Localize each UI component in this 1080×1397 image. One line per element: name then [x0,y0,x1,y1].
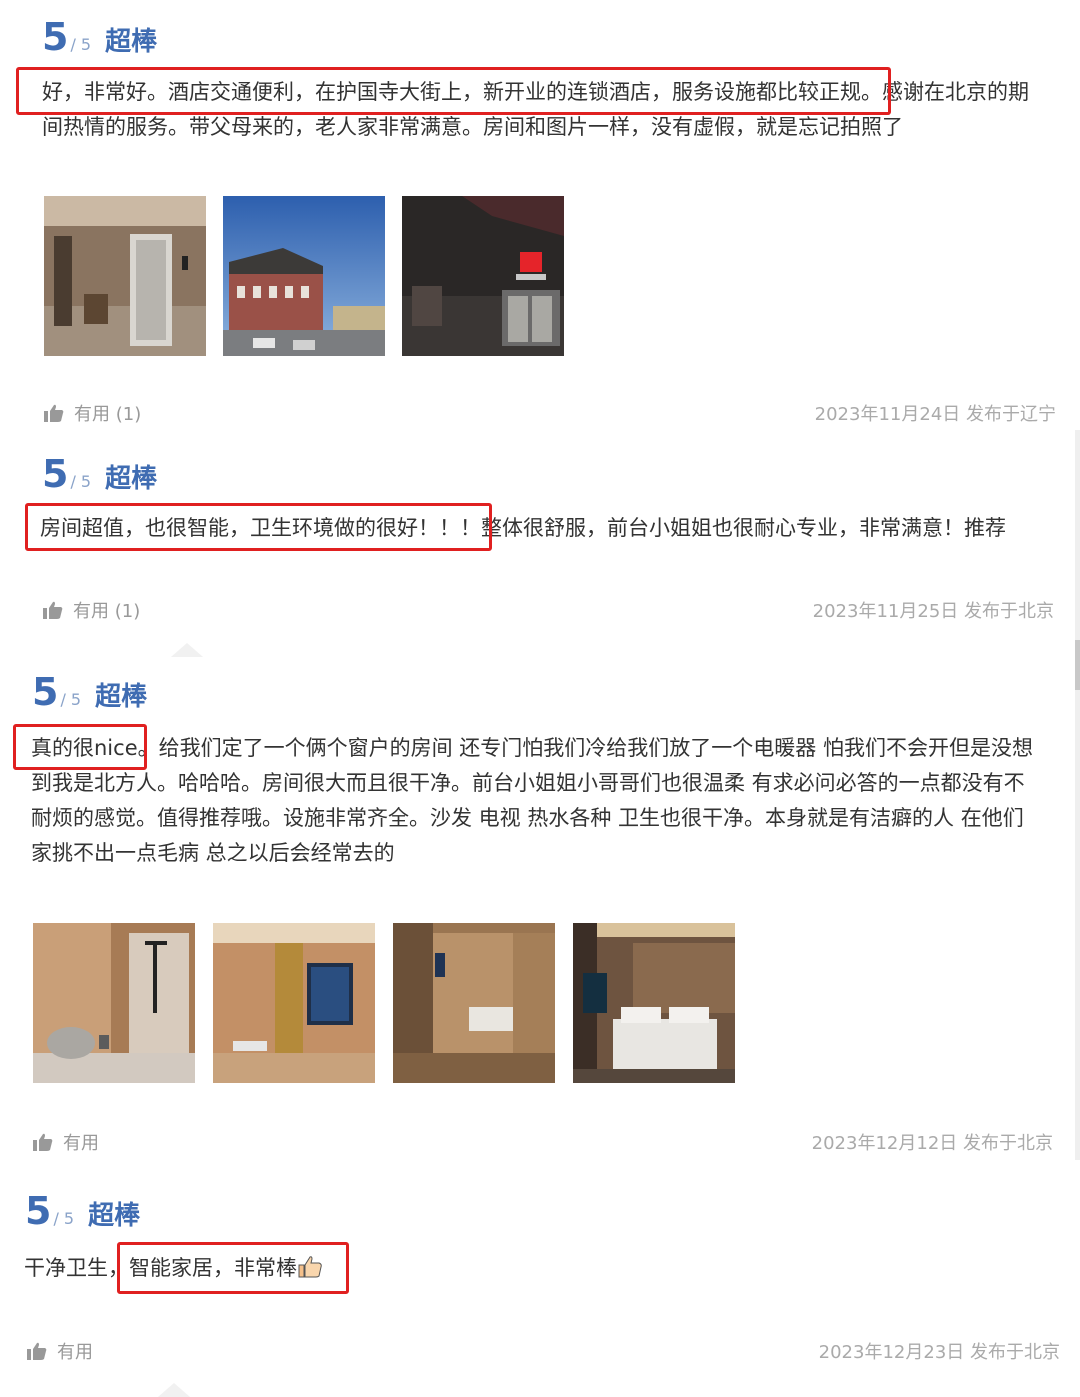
rating-row: 5 / 5 超棒 [25,1192,140,1232]
useful-label: 有用 (1) [74,404,142,425]
rating-row: 5 / 5 超棒 [42,455,157,495]
useful-button[interactable]: 有用 (1) [43,597,140,623]
historic-building-photo[interactable] [223,196,385,356]
review-text-line: 间热情的服务。带父母来的，老人家非常满意。房间和图片一样，没有虚假，就是忘记拍照… [42,115,903,139]
hotel-entrance-night-photo[interactable] [402,196,564,356]
scrollbar-thumb[interactable] [1075,640,1080,690]
post-date: 2023年12月12日 发布于北京 [811,1133,1053,1154]
score-max: / 5 [53,1209,75,1228]
bathroom-shower-photo[interactable] [33,923,195,1083]
scrollbar-track[interactable] [1075,430,1080,1160]
review-footer: 有用 (1) 2023年11月24日 发布于辽宁 [0,398,1080,428]
useful-button[interactable]: 有用 (1) [44,400,141,426]
thumbs-up-icon [43,601,63,619]
review-text-line: 到我是北方人。哈哈哈。房间很大而且很干净。前台小姐姐小哥哥们也很温柔 有求必问必… [31,771,1025,795]
useful-button[interactable]: 有用 [27,1338,93,1364]
score-value: 5 [42,452,69,496]
highlight-box [117,1242,349,1294]
rating-text: 超棒 [105,464,158,494]
post-date: 2023年12月23日 发布于北京 [818,1342,1060,1363]
score-value: 5 [32,670,59,714]
post-date: 2023年11月25日 发布于北京 [812,601,1054,622]
review-text-line: 家挑不出一点毛病 总之以后会经常去的 [31,841,395,865]
rating-text: 超棒 [88,1201,141,1231]
rating-row: 5 / 5 超棒 [32,673,147,713]
rating-text: 超棒 [105,27,158,57]
review-text: 真的很nice。给我们定了一个俩个窗户的房间 还专门怕我们冷给我们放了一个电暖器… [31,731,1033,871]
score-value: 5 [42,15,69,59]
room-tv-photo[interactable] [213,923,375,1083]
review-footer: 有用 2023年12月12日 发布于北京 [0,1127,1080,1157]
score-value: 5 [25,1189,52,1233]
highlight-box [13,724,147,770]
photo-gallery [33,923,735,1083]
rating-row: 5 / 5 超棒 [42,18,157,58]
review-footer: 有用 (1) 2023年11月25日 发布于北京 [0,595,1080,625]
useful-label: 有用 [57,1342,93,1363]
review-text-line: 真的很nice。给我们定了一个俩个窗户的房间 还专门怕我们冷给我们放了一个电暖器… [31,736,1033,760]
post-date: 2023年11月24日 发布于辽宁 [814,404,1056,425]
room-corridor-photo[interactable] [393,923,555,1083]
score-max: / 5 [60,690,82,709]
divider-caret [171,643,203,657]
hallway-elevator-photo[interactable] [44,196,206,356]
photo-gallery [44,196,564,356]
review-footer: 有用 2023年12月23日 发布于北京 [0,1336,1080,1366]
review-text-line: 耐烦的感觉。值得推荐哦。设施非常齐全。沙发 电视 热水各种 卫生也很干净。本身就… [31,806,1024,830]
score-max: / 5 [70,35,92,54]
thumbs-up-icon [27,1342,47,1360]
bedroom-photo[interactable] [573,923,735,1083]
score-max: / 5 [70,472,92,491]
useful-button[interactable]: 有用 [33,1129,99,1155]
highlight-box [16,67,891,115]
highlight-box [25,503,492,551]
divider-caret [158,1383,190,1397]
useful-label: 有用 (1) [73,601,141,622]
useful-label: 有用 [63,1133,99,1154]
rating-text: 超棒 [95,682,148,712]
thumbs-up-icon [33,1133,53,1151]
thumbs-up-icon [44,404,64,422]
